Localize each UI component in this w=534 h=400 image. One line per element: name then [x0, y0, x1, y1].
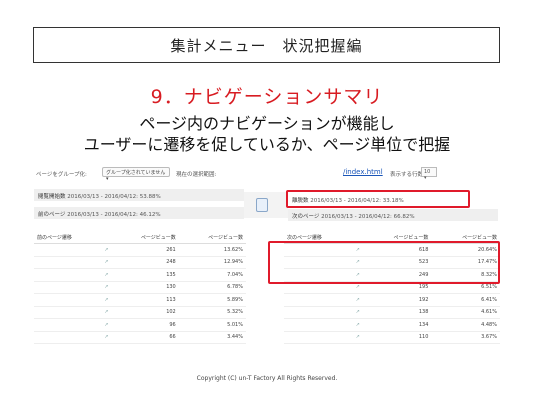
header-title: 集計メニュー 状況把握編 [170, 36, 363, 55]
page-path-cell[interactable] [34, 306, 102, 319]
page-path-cell[interactable] [34, 318, 102, 332]
table-row[interactable]: ↗ 135 7.04% [34, 268, 246, 282]
table-row[interactable]: ↗ 138 4.61% [284, 306, 500, 319]
link-icon[interactable]: ↗ [101, 243, 112, 257]
page-path-cell[interactable] [284, 318, 353, 332]
views-cell: 96 [111, 318, 179, 332]
pct-cell: 5.32% [178, 306, 246, 319]
previous-label: 前のページ [38, 212, 66, 218]
table-row[interactable]: ↗ 102 5.32% [34, 306, 246, 319]
link-icon[interactable]: ↗ [352, 318, 363, 332]
copyright: Copyright (C) un-T Factory All Rights Re… [196, 375, 338, 382]
table-row[interactable]: ↗ 96 5.01% [34, 318, 246, 332]
entrance-stat: 2016/03/13 - 2016/04/12: 53.88% [67, 194, 161, 200]
views-cell: 134 [362, 318, 432, 332]
group-label: ページをグループ化: [36, 172, 87, 178]
pct-cell: 6.78% [178, 281, 246, 294]
page-path-cell[interactable] [284, 293, 353, 307]
pct-cell: 3.67% [431, 331, 500, 344]
table-row[interactable]: ↗ 66 3.44% [34, 331, 246, 344]
rows-label: 表示する行数: [390, 172, 425, 178]
page-path-cell[interactable] [34, 256, 102, 269]
link-icon[interactable]: ↗ [101, 281, 112, 294]
link-icon[interactable]: ↗ [352, 331, 363, 344]
views-cell: 130 [111, 281, 179, 294]
views-cell: 113 [111, 293, 179, 307]
col-path[interactable]: 前のページ遷移 [34, 232, 102, 244]
views-cell: 110 [362, 331, 432, 344]
link-icon[interactable]: ↗ [101, 306, 112, 319]
highlight-next-rows-box [268, 241, 500, 284]
table-row[interactable]: ↗ 261 13.62% [34, 243, 246, 257]
pct-cell: 4.61% [431, 306, 500, 319]
header-box: 集計メニュー 状況把握編 [33, 27, 500, 63]
link-icon[interactable]: ↗ [101, 318, 112, 332]
next-stat: 2016/03/13 - 2016/04/12: 66.82% [321, 214, 415, 220]
page-path-cell[interactable] [34, 268, 102, 282]
rows-select[interactable]: 10 ▾ [421, 167, 437, 181]
col-pct[interactable]: ページビュー数 [178, 232, 246, 244]
pct-cell: 13.62% [178, 243, 246, 257]
section-title: 9．ナビゲーションサマリ [150, 86, 384, 108]
pct-cell: 7.04% [178, 268, 246, 282]
pct-cell: 3.44% [178, 331, 246, 344]
entrance-label: 閲覧開始数 [38, 194, 66, 200]
views-cell: 102 [111, 306, 179, 319]
col-views[interactable]: ページビュー数 [111, 232, 179, 244]
link-icon[interactable]: ↗ [352, 306, 363, 319]
page-path-link[interactable]: /index.html [343, 168, 383, 176]
subtitle-line2: ユーザーに遷移を促しているか、ページ単位で把握 [83, 135, 451, 154]
table-row[interactable]: ↗ 113 5.89% [34, 293, 246, 307]
previous-stat: 2016/03/13 - 2016/04/12: 46.12% [67, 212, 161, 218]
views-cell: 192 [362, 293, 432, 307]
page-path-cell[interactable] [34, 293, 102, 307]
pct-cell: 5.01% [178, 318, 246, 332]
views-cell: 66 [111, 331, 179, 344]
highlight-exit-box [286, 190, 470, 208]
table-row[interactable]: ↗ 134 4.48% [284, 318, 500, 332]
table-row[interactable]: ↗ 248 12.94% [34, 256, 246, 269]
page-path-cell[interactable] [34, 331, 102, 344]
views-cell: 135 [111, 268, 179, 282]
table-row[interactable]: ↗ 110 3.67% [284, 331, 500, 344]
previous-page-table: 前のページ遷移 ページビュー数 ページビュー数 ↗ 261 13.62% ↗ 248 12… [34, 232, 246, 344]
page-icon [256, 198, 268, 212]
link-icon[interactable]: ↗ [101, 268, 112, 282]
pct-cell: 5.89% [178, 293, 246, 307]
views-cell: 261 [111, 243, 179, 257]
next-label: 次のページ [292, 214, 320, 220]
pct-cell: 4.48% [431, 318, 500, 332]
pct-cell: 6.41% [431, 293, 500, 307]
link-icon[interactable]: ↗ [101, 256, 112, 269]
table-row[interactable]: ↗ 192 6.41% [284, 293, 500, 307]
page-path-cell[interactable] [284, 331, 353, 344]
page-path-cell[interactable] [34, 243, 102, 257]
table-row[interactable]: ↗ 130 6.78% [34, 281, 246, 294]
slide: 集計メニュー 状況把握編 9．ナビゲーションサマリ ページ内のナビゲーションが機… [0, 0, 534, 400]
entrance-bar: 閲覧開始数 2016/03/13 - 2016/04/12: 53.88% [34, 189, 244, 201]
page-path-cell[interactable] [34, 281, 102, 294]
previous-page-bar: 前のページ 2016/03/13 - 2016/04/12: 46.12% [34, 207, 244, 219]
page-path-cell[interactable] [284, 306, 353, 319]
selection-label: 現在の選択範囲: [176, 172, 217, 178]
views-cell: 248 [111, 256, 179, 269]
views-cell: 138 [362, 306, 432, 319]
link-icon[interactable]: ↗ [101, 331, 112, 344]
group-select[interactable]: グループ化されていません ▾ [102, 167, 170, 182]
pct-cell: 12.94% [178, 256, 246, 269]
link-icon[interactable]: ↗ [101, 293, 112, 307]
next-page-bar: 次のページ 2016/03/13 - 2016/04/12: 66.82% [288, 209, 498, 221]
link-icon[interactable]: ↗ [352, 293, 363, 307]
